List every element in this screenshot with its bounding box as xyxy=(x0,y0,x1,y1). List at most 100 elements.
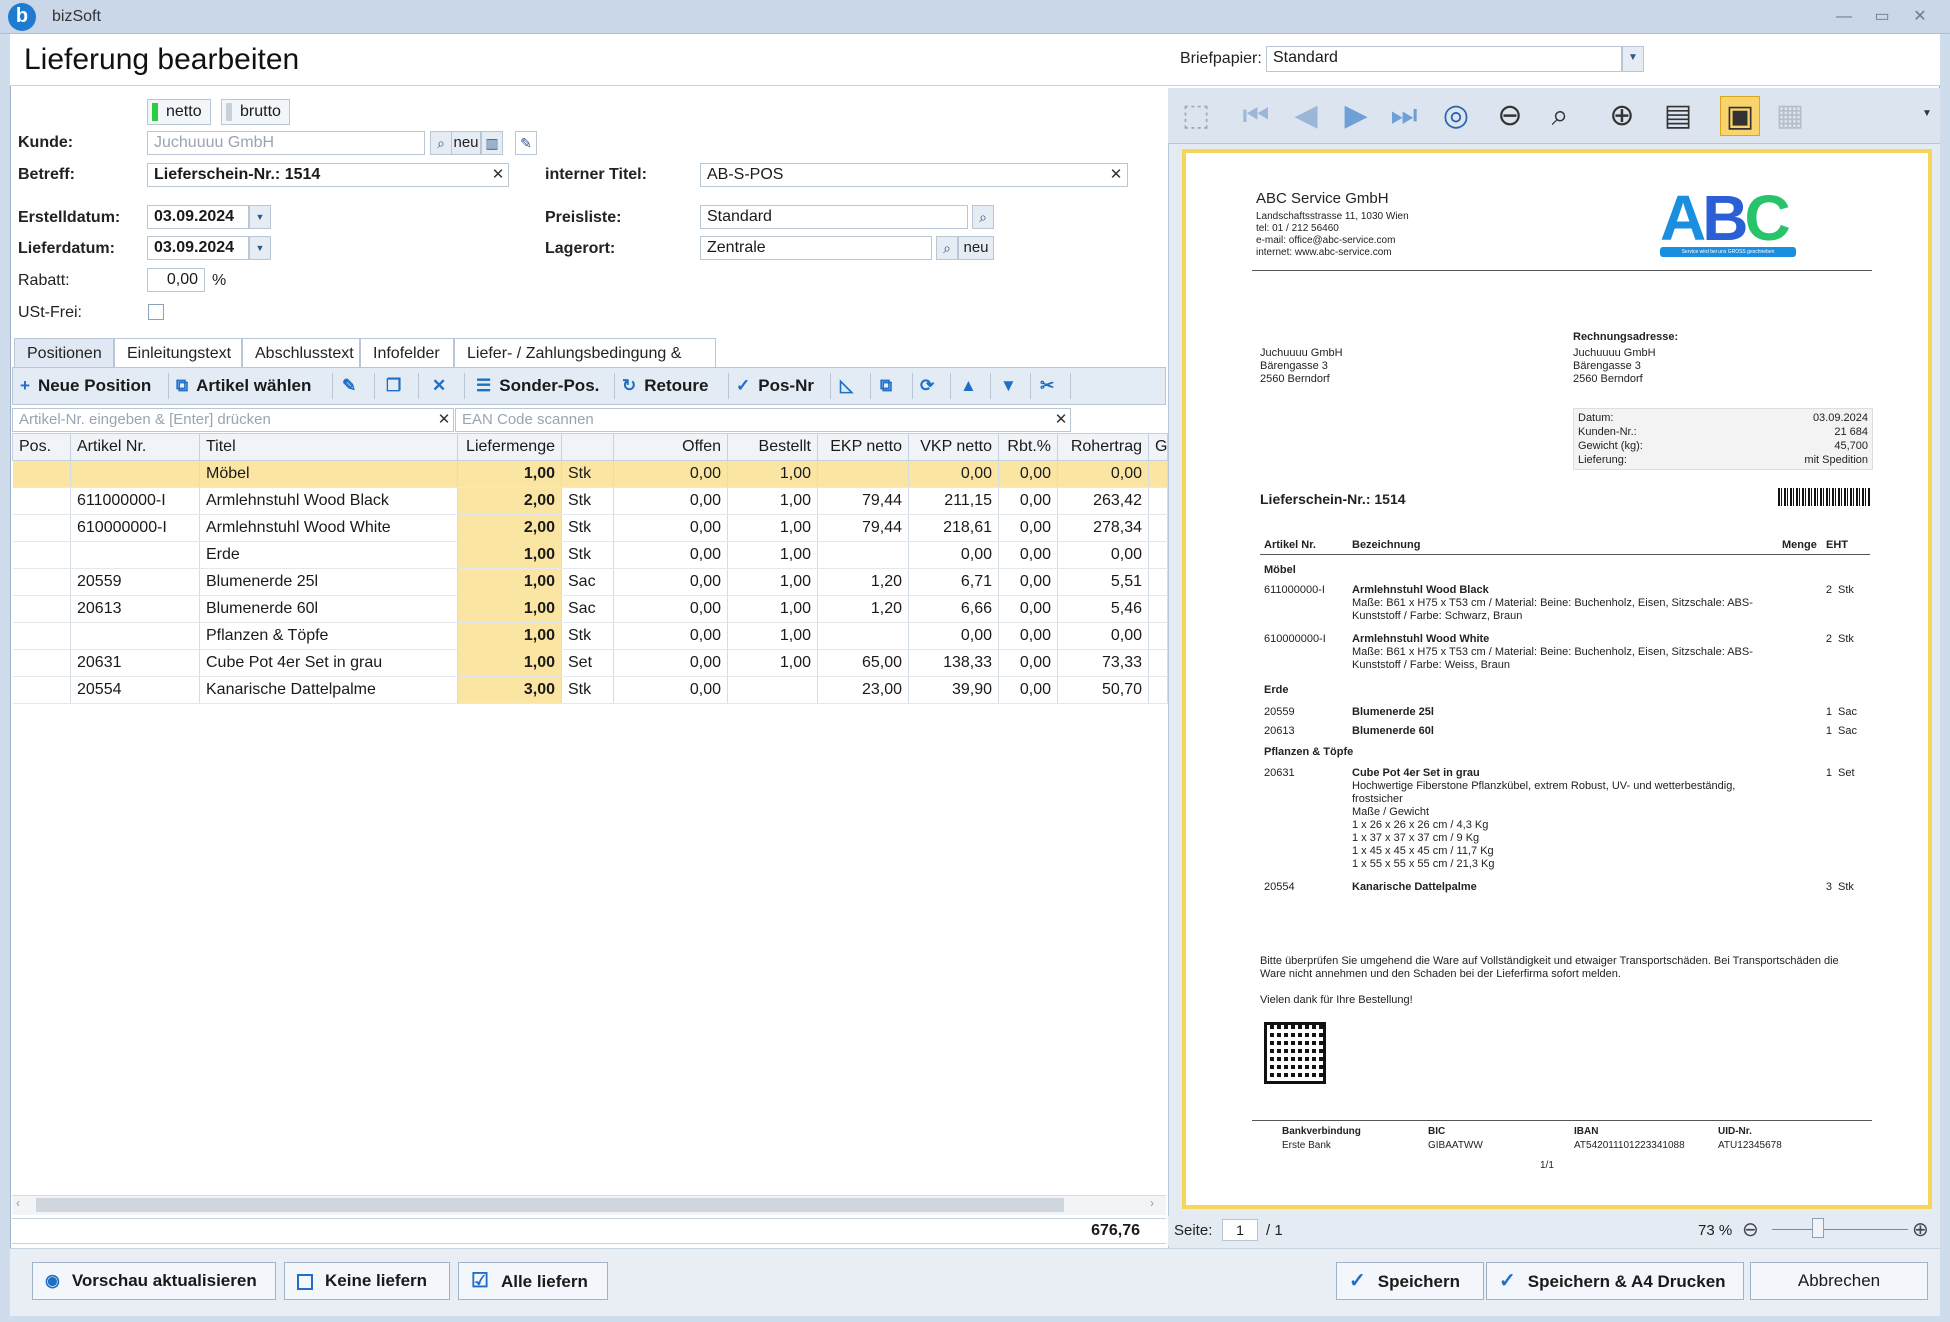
zoom-in-icon[interactable]: ⊕ xyxy=(1602,96,1642,136)
ustfrei-checkbox[interactable] xyxy=(148,304,164,320)
col-ekp-netto[interactable]: EKP netto xyxy=(817,433,909,461)
cell-artnr[interactable]: 20554 xyxy=(70,676,200,704)
table-row[interactable]: Erde 1,00 Stk 0,00 1,00 0,00 0,00 0,00 xyxy=(12,541,1168,569)
cell-ekp[interactable]: 79,44 xyxy=(817,487,909,515)
netto-toggle[interactable]: netto xyxy=(147,99,211,125)
cell-einheit[interactable]: Stk xyxy=(561,676,614,704)
vorschau-aktualisieren-button[interactable]: ◉ Vorschau aktualisieren xyxy=(32,1262,276,1300)
cell-bestellt[interactable]: 1,00 xyxy=(727,460,818,488)
cell-bestellt[interactable]: 1,00 xyxy=(727,649,818,677)
tab-positionen[interactable]: Positionen xyxy=(14,338,114,368)
tab-liefer-zahlungsbedingung[interactable]: Liefer- / Zahlungsbedingung & Co xyxy=(454,338,716,391)
lagerort-neu-button[interactable]: neu xyxy=(958,236,994,260)
sync-button[interactable]: ⟳ xyxy=(920,373,942,399)
briefpapier-select[interactable]: Standard xyxy=(1266,46,1622,72)
cell-menge[interactable]: 1,00 xyxy=(457,649,562,677)
betreff-clear-icon[interactable]: ✕ xyxy=(488,164,508,186)
cell-titel[interactable]: Blumenerde 60l xyxy=(199,595,458,623)
preview-toolbar-more-icon[interactable]: ▼ xyxy=(1922,108,1932,119)
cell-rbt[interactable]: 0,00 xyxy=(998,622,1058,650)
cell-rbt[interactable]: 0,00 xyxy=(998,595,1058,623)
cell-rbt[interactable]: 0,00 xyxy=(998,568,1058,596)
neue-position-button[interactable]: + Neue Position xyxy=(20,373,151,399)
tab-infofelder[interactable]: Infofelder xyxy=(360,338,454,368)
cell-pos[interactable] xyxy=(12,649,71,677)
cell-artnr[interactable]: 20613 xyxy=(70,595,200,623)
cell-offen[interactable]: 0,00 xyxy=(613,568,728,596)
cell-titel[interactable]: Armlehnstuhl Wood Black xyxy=(199,487,458,515)
cell-pos[interactable] xyxy=(12,595,71,623)
cell-artnr[interactable]: 20631 xyxy=(70,649,200,677)
table-row[interactable]: 610000000-I Armlehnstuhl Wood White 2,00 St… xyxy=(12,514,1168,542)
cell-artnr[interactable]: 610000000-I xyxy=(70,514,200,542)
zoom-icon[interactable]: ⌕ xyxy=(1540,96,1580,136)
cell-pos[interactable] xyxy=(12,676,71,704)
close-window-button[interactable]: ✕ xyxy=(1908,6,1932,28)
cell-ekp[interactable] xyxy=(817,460,909,488)
table-row[interactable]: 20631 Cube Pot 4er Set in grau 1,00 Set 0,00… xyxy=(12,649,1168,677)
cell-titel[interactable]: Möbel xyxy=(199,460,458,488)
cell-rohertrag[interactable]: 5,51 xyxy=(1057,568,1149,596)
zoom-out-icon[interactable]: ⊖ xyxy=(1490,96,1530,136)
table-row[interactable]: Möbel 1,00 Stk 0,00 1,00 0,00 0,00 0,00 xyxy=(12,460,1168,488)
cell-g[interactable] xyxy=(1148,514,1168,542)
tools-button[interactable]: ✂ xyxy=(1040,373,1062,399)
cell-rohertrag[interactable]: 50,70 xyxy=(1057,676,1149,704)
cell-g[interactable] xyxy=(1148,595,1168,623)
zoom-plus-icon[interactable]: ⊕ xyxy=(1912,1217,1929,1242)
artikel-clear-icon[interactable]: ✕ xyxy=(434,409,454,431)
scroll-left-icon[interactable]: ‹ xyxy=(16,1196,20,1210)
retoure-button[interactable]: ↻ Retoure xyxy=(622,373,708,399)
edit-pencil-icon[interactable]: ✎ xyxy=(515,131,537,155)
erstelldatum-input[interactable]: 03.09.2024 xyxy=(147,205,249,229)
cell-einheit[interactable]: Stk xyxy=(561,541,614,569)
col-vkp-netto[interactable]: VKP netto xyxy=(908,433,999,461)
cell-titel[interactable]: Armlehnstuhl Wood White xyxy=(199,514,458,542)
single-page-icon[interactable]: ▣ xyxy=(1720,96,1760,136)
cell-pos[interactable] xyxy=(12,568,71,596)
table-row[interactable]: Pflanzen & Töpfe 1,00 Stk 0,00 1,00 0,00 0,00 0… xyxy=(12,622,1168,650)
lagerort-search-icon[interactable]: ⌕ xyxy=(936,236,958,260)
cell-vkp[interactable]: 211,15 xyxy=(908,487,999,515)
cell-g[interactable] xyxy=(1148,649,1168,677)
scroll-right-icon[interactable]: › xyxy=(1150,1196,1154,1210)
tab-abschlusstext[interactable]: Abschlusstext xyxy=(242,338,360,368)
interner-titel-input[interactable]: AB-S-POS xyxy=(700,163,1128,187)
cell-ekp[interactable] xyxy=(817,541,909,569)
cell-ekp[interactable]: 1,20 xyxy=(817,568,909,596)
cell-vkp[interactable]: 0,00 xyxy=(908,541,999,569)
cell-einheit[interactable]: Sac xyxy=(561,568,614,596)
cell-g[interactable] xyxy=(1148,460,1168,488)
edit-position-button[interactable]: ✎ xyxy=(342,373,364,399)
cell-rbt[interactable]: 0,00 xyxy=(998,514,1058,542)
cell-vkp[interactable]: 6,71 xyxy=(908,568,999,596)
cell-artnr[interactable] xyxy=(70,541,200,569)
alle-liefern-button[interactable]: ☑ Alle liefern xyxy=(458,1262,608,1300)
move-down-button[interactable]: ▼ xyxy=(1000,373,1025,399)
cell-pos[interactable] xyxy=(12,487,71,515)
rabatt-input[interactable]: 0,00 xyxy=(147,268,205,292)
col-einheit[interactable] xyxy=(561,433,614,461)
lieferdatum-input[interactable]: 03.09.2024 xyxy=(147,236,249,260)
zoom-minus-icon[interactable]: ⊖ xyxy=(1742,1217,1759,1242)
col-rabatt[interactable]: Rbt.% xyxy=(998,433,1058,461)
col-titel[interactable]: Titel xyxy=(199,433,458,461)
cell-offen[interactable]: 0,00 xyxy=(613,487,728,515)
cell-ekp[interactable]: 1,20 xyxy=(817,595,909,623)
delete-position-button[interactable]: ✕ xyxy=(432,373,454,399)
cell-titel[interactable]: Blumenerde 25l xyxy=(199,568,458,596)
cell-rohertrag[interactable]: 0,00 xyxy=(1057,460,1149,488)
cell-g[interactable] xyxy=(1148,622,1168,650)
cell-vkp[interactable]: 39,90 xyxy=(908,676,999,704)
col-bestellt[interactable]: Bestellt xyxy=(727,433,818,461)
cell-einheit[interactable]: Stk xyxy=(561,622,614,650)
cell-einheit[interactable]: Stk xyxy=(561,460,614,488)
cell-einheit[interactable]: Sac xyxy=(561,595,614,623)
ruler-button[interactable]: ◺ xyxy=(840,373,861,399)
cell-menge[interactable]: 2,00 xyxy=(457,487,562,515)
cell-pos[interactable] xyxy=(12,514,71,542)
col-artikel-nr[interactable]: Artikel Nr. xyxy=(70,433,200,461)
cell-vkp[interactable]: 0,00 xyxy=(908,460,999,488)
cell-rohertrag[interactable]: 73,33 xyxy=(1057,649,1149,677)
cell-ekp[interactable]: 65,00 xyxy=(817,649,909,677)
